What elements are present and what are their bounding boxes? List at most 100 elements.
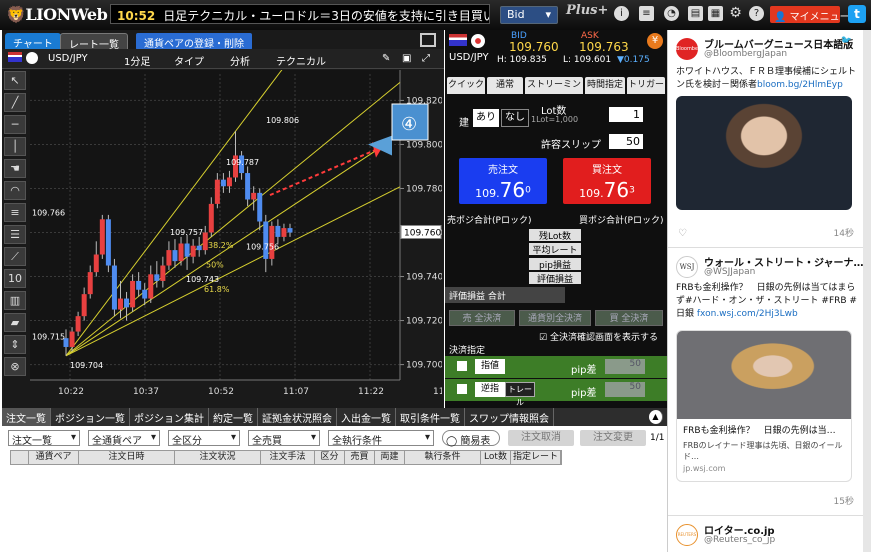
tab-rate-list[interactable]: レート一覧 xyxy=(60,33,128,51)
type-menu[interactable]: タイプ xyxy=(174,53,204,68)
order-type-select[interactable]: 注文一覧 ▾ xyxy=(8,430,80,447)
wallet-icon[interactable]: ≡ xyxy=(639,6,654,21)
register-pairs-link[interactable]: 通貨ペアの登録・削除 xyxy=(136,33,252,50)
tab-conditions[interactable]: 取引条件一覧 xyxy=(396,408,465,426)
candle-body xyxy=(93,254,99,273)
tab-deposits[interactable]: 入出金一覧 xyxy=(337,408,396,426)
tweet-image[interactable] xyxy=(676,96,852,210)
fan-icon[interactable]: ⟋ xyxy=(4,247,26,266)
candle-body xyxy=(263,221,269,259)
pair-all-settle-button[interactable]: 通貨別全決済 xyxy=(519,310,591,326)
table-icon[interactable]: ▦ xyxy=(708,6,723,21)
toggle-off-button[interactable]: なし xyxy=(501,109,529,127)
price-chart[interactable]: 109.820109.800109.780109.760109.740109.7… xyxy=(30,70,442,400)
toggle-on-button[interactable]: あり xyxy=(473,109,499,127)
period-select[interactable]: 1分足 xyxy=(124,53,150,68)
us-flag-icon xyxy=(449,34,467,46)
change-order-button[interactable]: 注文変更 xyxy=(580,430,646,446)
tweet-card[interactable]: WSJ ウォール・ストリート・ジャーナ… @WSJJapan FRBも金利操作？… xyxy=(668,248,864,516)
horizontal-line-icon[interactable]: ─ xyxy=(4,115,26,134)
price-point-label: 109.766 xyxy=(32,208,65,217)
tab-trigger[interactable]: トリガー xyxy=(627,77,665,94)
fib-label: 61.8% xyxy=(204,285,230,294)
limit-button[interactable]: 指値 xyxy=(475,359,505,374)
candle-body xyxy=(190,245,196,257)
link-card[interactable]: FRBも金利操作？ 日銀の先例は当… FRBのレイナード理事は先頃、日銀のイール… xyxy=(676,330,852,482)
eraser-icon[interactable]: ▰ xyxy=(4,313,26,332)
bars-icon[interactable]: ▥ xyxy=(4,291,26,310)
info-icon[interactable]: i xyxy=(614,6,629,21)
tab-swap[interactable]: スワップ情報照会 xyxy=(465,408,554,426)
news-ticker[interactable]: 10:52 日足テクニカル・ユーロドル＝3日の安値を支持に引き目買いスタンス xyxy=(110,4,490,24)
heart-icon[interactable]: ♡ xyxy=(678,228,687,239)
delete-all-icon[interactable]: ⊗ xyxy=(4,357,26,376)
low-rate: L: 109.601 xyxy=(563,55,612,65)
tweet-card[interactable]: Bloomberg ブルームバーグニュース日本語版 @BloombergJapa… xyxy=(668,30,864,248)
maximize-icon[interactable] xyxy=(420,33,436,47)
slippage-input[interactable]: 50 xyxy=(609,134,643,149)
collapse-icon[interactable]: ▲ xyxy=(649,410,663,424)
limit-checkbox[interactable] xyxy=(457,361,467,371)
tab-chart[interactable]: チャート xyxy=(5,33,61,50)
confirm-checkbox[interactable]: ☑ 全決済確認画面を表示する xyxy=(539,330,658,343)
buysell-select[interactable]: 全売買 ▾ xyxy=(248,430,320,447)
channel-icon[interactable]: ≡ xyxy=(4,203,26,222)
tab-time-specified[interactable]: 時間指定 xyxy=(585,77,625,94)
trail-button[interactable]: トレール xyxy=(505,382,535,407)
avatar: WSJ xyxy=(676,256,698,278)
tab-executions[interactable]: 約定一覧 xyxy=(209,408,258,426)
symbol-select[interactable]: USD/JPY xyxy=(48,53,88,64)
stop-checkbox[interactable] xyxy=(457,384,467,394)
gear-icon[interactable]: ⚙ xyxy=(728,6,743,21)
simple-view-toggle[interactable]: ◯ 簡易表示 xyxy=(442,430,500,462)
execution-select[interactable]: 全執行条件 ▾ xyxy=(328,430,434,447)
twitter-icon[interactable]: t xyxy=(848,5,866,23)
arc-icon[interactable]: ◠ xyxy=(4,181,26,200)
tab-margin[interactable]: 証拠金状況照会 xyxy=(258,408,337,426)
fibonacci-icon[interactable]: ☰ xyxy=(4,225,26,244)
tweet-card[interactable]: REUTERS ロイター.co.jp @Reuters_co_jp xyxy=(668,516,864,552)
cancel-order-button[interactable]: 注文取消 xyxy=(508,430,574,446)
tab-quick[interactable]: クイック xyxy=(447,77,485,94)
sell-all-settle-button[interactable]: 売 全決済 xyxy=(449,310,515,326)
stop-pip-input[interactable]: 50 xyxy=(605,382,645,397)
candle-body xyxy=(196,245,202,251)
tab-position-list[interactable]: ポジション一覧 xyxy=(51,408,130,426)
pin-icon[interactable]: ✎ xyxy=(382,53,390,64)
vertical-line-icon[interactable]: │ xyxy=(4,137,26,156)
scroll-icon[interactable]: ⇕ xyxy=(4,335,26,354)
buy-all-settle-button[interactable]: 買 全決済 xyxy=(595,310,663,326)
question-icon[interactable]: ? xyxy=(749,6,764,21)
technical-menu[interactable]: テクニカル xyxy=(276,53,326,68)
candle-body xyxy=(99,219,105,255)
bid-ask-select[interactable]: Bid ▾ xyxy=(500,6,558,24)
limit-pip-input[interactable]: 50 xyxy=(605,359,645,374)
trendline-icon[interactable]: ╱ xyxy=(4,93,26,112)
stop-button[interactable]: 逆指 xyxy=(475,382,505,397)
camera-icon[interactable]: ▣ xyxy=(402,53,411,64)
analysis-menu[interactable]: 分析 xyxy=(230,53,250,68)
document-icon[interactable]: ▤ xyxy=(688,6,703,21)
yen-icon[interactable]: ¥ xyxy=(647,33,663,49)
tab-normal[interactable]: 通常 xyxy=(487,77,523,94)
division-select[interactable]: 全区分 ▾ xyxy=(168,430,240,447)
expand-icon[interactable]: ⤢ xyxy=(422,53,430,64)
cursor-icon[interactable]: ↖ xyxy=(4,71,26,90)
buy-order-button[interactable]: 買注文 109.763 xyxy=(563,158,651,204)
tab-order-list[interactable]: 注文一覧 xyxy=(2,408,51,426)
tab-position-summary[interactable]: ポジション集計 xyxy=(130,408,209,426)
lot-input[interactable]: 1 xyxy=(609,107,643,122)
hand-icon[interactable]: ☚ xyxy=(4,159,26,178)
my-menu-button[interactable]: 👤 マイメニュー xyxy=(770,6,850,23)
pie-chart-icon[interactable]: ◔ xyxy=(664,6,679,21)
sell-order-button[interactable]: 売注文 109.760 xyxy=(459,158,547,204)
plus-logo: Plus+ xyxy=(566,3,609,18)
pair-select[interactable]: 全通貨ペア ▾ xyxy=(88,430,160,447)
price-point-label: 109.743 xyxy=(186,275,219,284)
tool-number-icon[interactable]: 10 xyxy=(4,269,26,288)
candle-body xyxy=(220,179,226,187)
tab-streaming[interactable]: ストリーミング xyxy=(525,77,583,107)
avatar: REUTERS xyxy=(676,524,698,546)
feed-scrollbar[interactable] xyxy=(863,30,871,552)
candle-body xyxy=(226,177,232,187)
